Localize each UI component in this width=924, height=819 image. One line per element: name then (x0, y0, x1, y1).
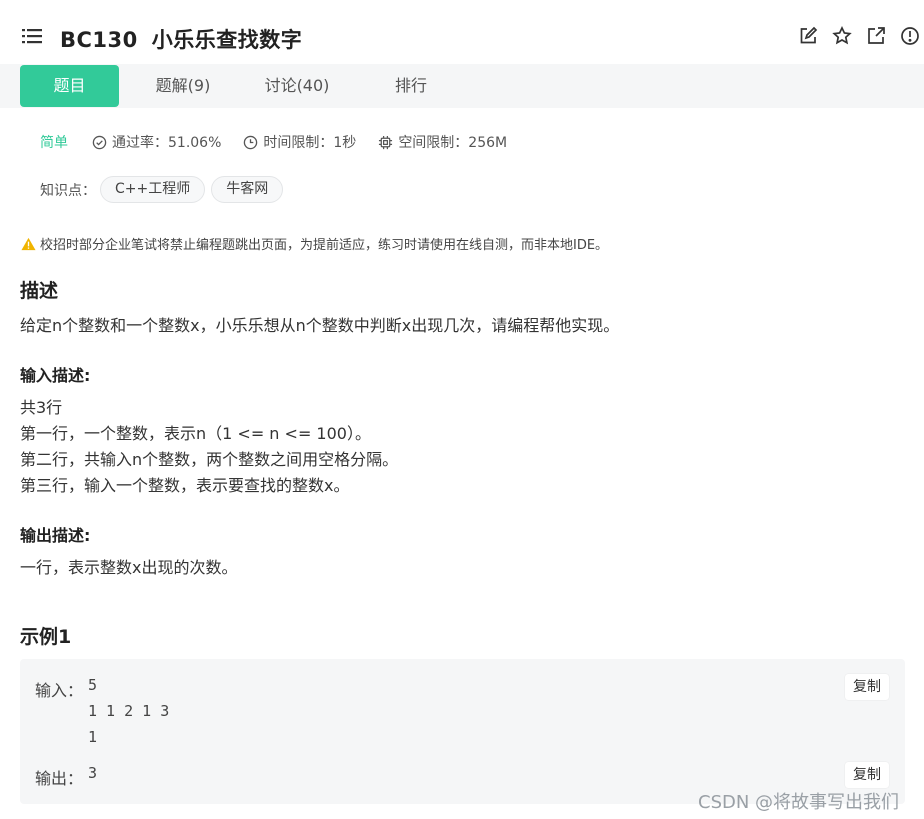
warning-icon (21, 237, 36, 250)
description-text: 给定n个整数和一个整数x，小乐乐想从n个整数中判断x出现几次，请编程帮他实现。 (20, 316, 620, 335)
tab-solutions[interactable]: 题解(9) (143, 65, 223, 107)
page-title: BC130 小乐乐查找数字 (60, 24, 302, 54)
input-description-line: 第一行，一个整数，表示n（1 <= n <= 100）。 (20, 424, 371, 443)
time-limit-text: 时间限制：1秒 (263, 135, 357, 151)
check-circle-icon (92, 135, 107, 149)
pass-rate: 通过率：51.06% (92, 132, 221, 152)
output-description-text: 一行，表示整数x出现的次数。 (20, 558, 238, 577)
space-limit-text: 空间限制：256M (398, 135, 508, 151)
tab-problem[interactable]: 题目 (20, 65, 119, 107)
copy-output-button[interactable]: 复制 (845, 762, 889, 788)
time-limit: 时间限制：1秒 (243, 132, 356, 152)
problem-name: 小乐乐查找数字 (151, 28, 303, 52)
tag-cpp-engineer[interactable]: C++工程师 (100, 176, 206, 203)
example-output-label: 输出： (35, 769, 84, 788)
example-box: 输入： 5 1 1 2 1 3 1 复制 输出： 3 复制 (20, 659, 905, 804)
tab-discussion[interactable]: 讨论(40) (252, 65, 342, 107)
problem-tabs: 题目 题解(9) 讨论(40) 排行 (0, 64, 924, 108)
copy-input-button[interactable]: 复制 (845, 674, 889, 700)
warning-text: 校招时部分企业笔试将禁止编程题跳出页面，为提前适应，练习时请使用在线自测，而非本… (40, 238, 609, 253)
problem-header: BC130 小乐乐查找数字 (0, 0, 924, 64)
exam-warning: 校招时部分企业笔试将禁止编程题跳出页面，为提前适应，练习时请使用在线自测，而非本… (21, 234, 608, 253)
share-icon[interactable] (866, 26, 886, 46)
example-input-label: 输入： (35, 681, 84, 700)
pass-rate-text: 通过率：51.06% (112, 135, 222, 151)
output-description-heading: 输出描述: (20, 526, 91, 545)
example-input-line: 1 (88, 728, 98, 746)
input-description-line: 第三行，输入一个整数，表示要查找的整数x。 (20, 476, 350, 495)
edit-icon[interactable] (798, 26, 818, 46)
tab-ranking[interactable]: 排行 (381, 65, 441, 107)
difficulty-label: 简单 (40, 135, 68, 151)
watermark: CSDN @将故事写出我们 (698, 792, 900, 813)
example-input-line: 1 1 2 1 3 (88, 702, 170, 720)
knowledge-points: 知识点： C++工程师 牛客网 (40, 176, 284, 203)
chip-icon (379, 135, 393, 149)
star-icon[interactable] (832, 26, 852, 46)
space-limit: 空间限制：256M (378, 132, 507, 152)
description-heading: 描述 (20, 280, 59, 302)
tag-nowcoder[interactable]: 牛客网 (211, 176, 284, 203)
list-menu-icon[interactable] (22, 28, 44, 46)
input-description-line: 共3行 (20, 398, 63, 417)
input-description-line: 第二行，共输入n个整数，两个整数之间用空格分隔。 (20, 450, 399, 469)
info-icon[interactable] (900, 26, 920, 46)
example-output-value: 3 (88, 764, 98, 782)
input-description-heading: 输入描述: (20, 366, 91, 385)
problem-code: BC130 (60, 28, 138, 52)
example-heading: 示例1 (20, 626, 72, 648)
clock-icon (244, 135, 258, 149)
problem-meta: 简单 通过率：51.06% 时间限制：1秒 空间限制：256M (40, 133, 529, 151)
knowledge-label: 知识点： (40, 182, 96, 199)
example-input-line: 5 (88, 676, 98, 694)
